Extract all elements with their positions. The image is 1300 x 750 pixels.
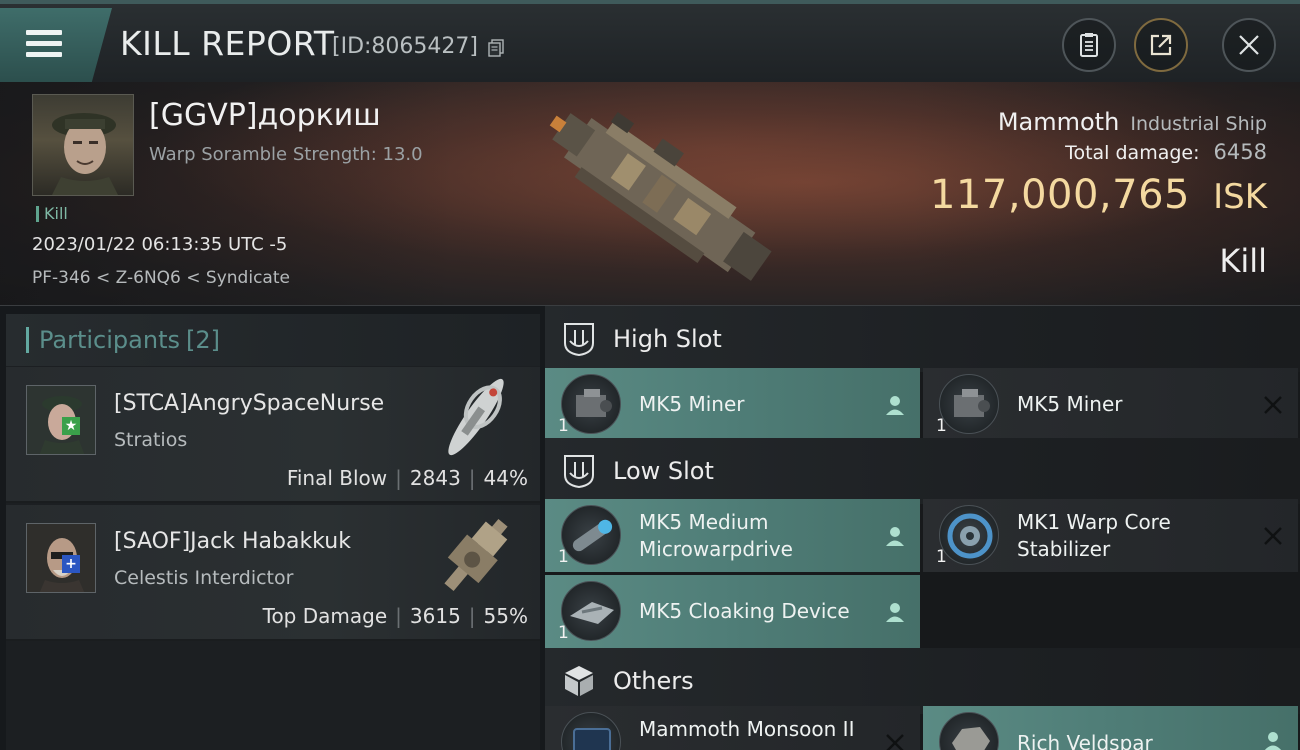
cargo-box-icon (565, 666, 593, 696)
high-slot-label: High Slot (613, 325, 722, 353)
module-name: MK5 Miner (1017, 392, 1123, 416)
menu-button[interactable] (0, 8, 112, 82)
participant-ship: Celestis Interdictor (114, 567, 294, 589)
kill-location[interactable]: PF-346 < Z-6NQ6 < Syndicate (32, 268, 290, 288)
destroyed-x-icon (1264, 396, 1282, 414)
module-item[interactable]: 1 MK5 Miner (545, 368, 920, 441)
microwarpdrive-module-icon (561, 505, 621, 565)
share-button[interactable] (1134, 18, 1188, 72)
total-damage-line: Total damage: 6458 (1065, 140, 1267, 164)
module-item[interactable]: 1 MK1 Warp Core Stabilizer (923, 499, 1298, 572)
module-quantity: 1 (936, 416, 947, 436)
person-icon (1264, 732, 1282, 750)
module-quantity: 1 (558, 416, 569, 436)
victim-ship-class: Industrial Ship (1130, 113, 1267, 135)
participant-name: [STCA]AngrySpaceNurse (114, 391, 385, 416)
page-title: KILL REPORT (120, 24, 335, 63)
module-quantity: 1 (558, 547, 569, 567)
victim-ship-image (549, 111, 772, 281)
person-icon (886, 603, 904, 622)
low-slot-header: Low Slot (545, 438, 1300, 504)
clipboard-button[interactable] (1062, 18, 1116, 72)
module-item[interactable]: 1 MK5 Miner (923, 368, 1298, 441)
participant-badge-icon: + (62, 555, 80, 573)
participant-role: Final Blow (286, 466, 388, 490)
isk-unit: ISK (1213, 177, 1267, 217)
top-bar: KILL REPORT [ID:8065427] (0, 0, 1300, 82)
kill-type-tag: Kill (36, 206, 68, 222)
others-label: Others (613, 667, 694, 695)
victim-portrait[interactable] (32, 94, 134, 196)
destroyed-x-icon (886, 734, 904, 750)
kill-datetime: 2023/01/22 06:13:35 UTC -5 (32, 234, 288, 255)
person-icon (886, 527, 904, 546)
participant-damage: 2843 (409, 466, 461, 490)
participant-ship-image (448, 378, 504, 456)
participant-role: Top Damage (262, 604, 388, 628)
low-slot-icon (564, 455, 594, 489)
close-icon (1239, 35, 1259, 55)
total-damage-label: Total damage: (1065, 142, 1200, 164)
module-name: MK1 Warp Core Stabilizer (1017, 510, 1171, 561)
destroyed-x-icon (1264, 527, 1282, 545)
participant-percent: 44% (483, 466, 528, 490)
module-name: MK5 Medium Microwarpdrive (639, 510, 793, 561)
module-item[interactable]: 1 MK5 Cloaking Device (545, 575, 920, 648)
clipboard-icon (1080, 33, 1098, 57)
participant-name: [SAOF]Jack Habakkuk (114, 529, 351, 554)
participant-ship: Stratios (114, 429, 188, 451)
module-name: Mammoth Monsoon II (639, 717, 855, 741)
kill-result: Kill (1219, 242, 1267, 280)
module-item[interactable]: 1 MK5 Medium Microwarpdrive (545, 499, 920, 572)
drone-module-icon (561, 712, 621, 750)
ore-item-icon (939, 712, 999, 750)
participant-badge-icon: ★ (62, 417, 80, 435)
high-slot-icon (564, 323, 594, 357)
participants-count: [2] (185, 326, 220, 354)
isk-value: 117,000,765 (930, 172, 1190, 218)
victim-ship-name[interactable]: Mammoth (998, 108, 1119, 136)
person-icon (886, 396, 904, 415)
module-quantity: 1 (558, 623, 569, 643)
module-name: Rich Veldspar (1017, 731, 1153, 750)
close-button[interactable] (1222, 18, 1276, 72)
participant-card[interactable]: + [SAOF]Jack Habakkuk Celestis Interdict… (6, 505, 540, 641)
participant-ship-image (444, 518, 508, 592)
module-name: MK5 Miner (639, 392, 745, 416)
module-quantity: 1 (936, 547, 947, 567)
header-accent-bar (26, 327, 29, 353)
cloaking-device-icon (561, 581, 621, 641)
victim-name[interactable]: [GGVP]доркиш (149, 98, 381, 133)
copy-icon[interactable] (488, 39, 504, 57)
participants-title: Participants (39, 326, 180, 354)
participants-header: Participants [2] (6, 314, 540, 366)
share-icon (1150, 34, 1172, 56)
participant-card[interactable]: ★ [STCA]AngrySpaceNurse Stratios Final B… (6, 367, 540, 503)
isk-value-line: 117,000,765 ISK (930, 172, 1267, 218)
participants-panel: Participants [2] ★ [STCA]AngrySpaceNurse… (6, 314, 540, 750)
total-damage-value: 6458 (1213, 140, 1267, 164)
participant-stats: Final Blow | 2843 | 44% (286, 466, 528, 490)
others-header: Others (545, 648, 1300, 714)
victim-ship-line: Mammoth Industrial Ship (998, 108, 1267, 136)
participant-stats: Top Damage | 3615 | 55% (262, 604, 528, 628)
warp-scramble-strength: Warp Soramble Strength: 13.0 (149, 144, 423, 165)
module-item[interactable]: Mammoth Monsoon II (545, 706, 920, 750)
participant-portrait[interactable] (26, 385, 96, 455)
participant-percent: 55% (483, 604, 528, 628)
high-slot-header: High Slot (545, 306, 1300, 372)
warp-core-stabilizer-icon (939, 505, 999, 565)
victim-banner: [GGVP]доркиш Warp Soramble Strength: 13.… (0, 82, 1300, 306)
miner-module-icon (939, 374, 999, 434)
fittings-panel: High Slot 1 MK5 Miner 1 MK5 Miner Low Sl… (545, 306, 1300, 750)
participant-damage: 3615 (409, 604, 461, 628)
miner-module-icon (561, 374, 621, 434)
low-slot-label: Low Slot (613, 457, 714, 485)
module-item[interactable]: Rich Veldspar (923, 706, 1298, 750)
kill-id: [ID:8065427] (332, 34, 478, 59)
menu-icon (26, 30, 62, 58)
participant-portrait[interactable] (26, 523, 96, 593)
module-name: MK5 Cloaking Device (639, 599, 850, 623)
